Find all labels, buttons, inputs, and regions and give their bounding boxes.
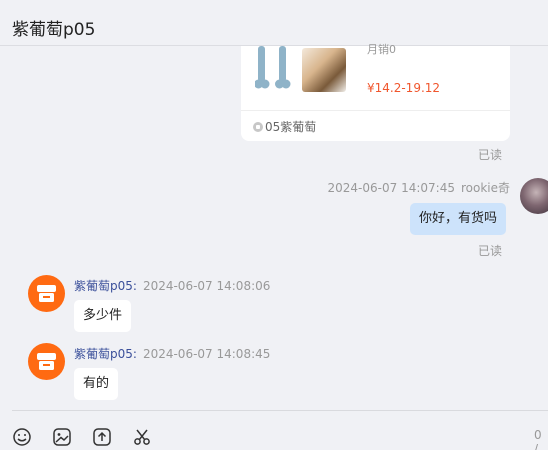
message-sender: 紫葡萄p05: [74, 347, 137, 361]
product-price: ¥14.2-19.12 [367, 81, 441, 95]
message-bubble[interactable]: 有的 [74, 368, 119, 400]
message-bubble[interactable]: 你好，有货吗 [410, 203, 507, 235]
message-sender: 紫葡萄p05: [74, 279, 137, 293]
shop-name: 05紫葡萄 [265, 120, 317, 134]
emoji-icon[interactable] [12, 427, 32, 447]
message-bubble[interactable]: 多少件 [74, 300, 132, 332]
product-sales: 月销0 [367, 43, 396, 56]
upload-icon[interactable] [92, 427, 112, 447]
image-icon[interactable] [52, 427, 72, 447]
read-receipt: 已读 [478, 244, 503, 258]
shop-logo-icon [37, 285, 56, 302]
message-time: 2024-06-07 14:08:06 [142, 279, 271, 293]
shop-avatar[interactable] [28, 343, 65, 380]
card-divider [241, 110, 510, 111]
message-meta: 2024-06-07 14:07:45 rookie奇 [328, 179, 510, 196]
user-avatar[interactable] [520, 178, 548, 214]
shop-logo-icon [37, 353, 56, 370]
read-receipt: 已读 [478, 148, 503, 162]
product-photo [302, 48, 346, 92]
message-time: 2024-06-07 14:07:45 [327, 181, 455, 195]
message-time: 2024-06-07 14:08:45 [142, 347, 271, 361]
char-counter: 0 / [534, 428, 542, 450]
chat-title: 紫葡萄p05 [12, 20, 96, 40]
chat-header: 紫葡萄p05 [0, 0, 548, 46]
shop-icon [253, 121, 263, 132]
product-shop[interactable]: 05紫葡萄 [253, 118, 316, 135]
scissors-icon[interactable] [132, 427, 152, 447]
message-meta: 紫葡萄p05: 2024-06-07 14:08:06 [74, 277, 270, 294]
product-thumbnail-icon [255, 46, 291, 89]
product-card[interactable]: 月销0 ¥14.2-19.12 05紫葡萄 [241, 43, 510, 141]
message-meta: 紫葡萄p05: 2024-06-07 14:08:45 [74, 345, 270, 362]
message-sender: rookie奇 [460, 181, 510, 195]
shop-avatar[interactable] [28, 275, 65, 312]
composer-divider [12, 410, 548, 411]
